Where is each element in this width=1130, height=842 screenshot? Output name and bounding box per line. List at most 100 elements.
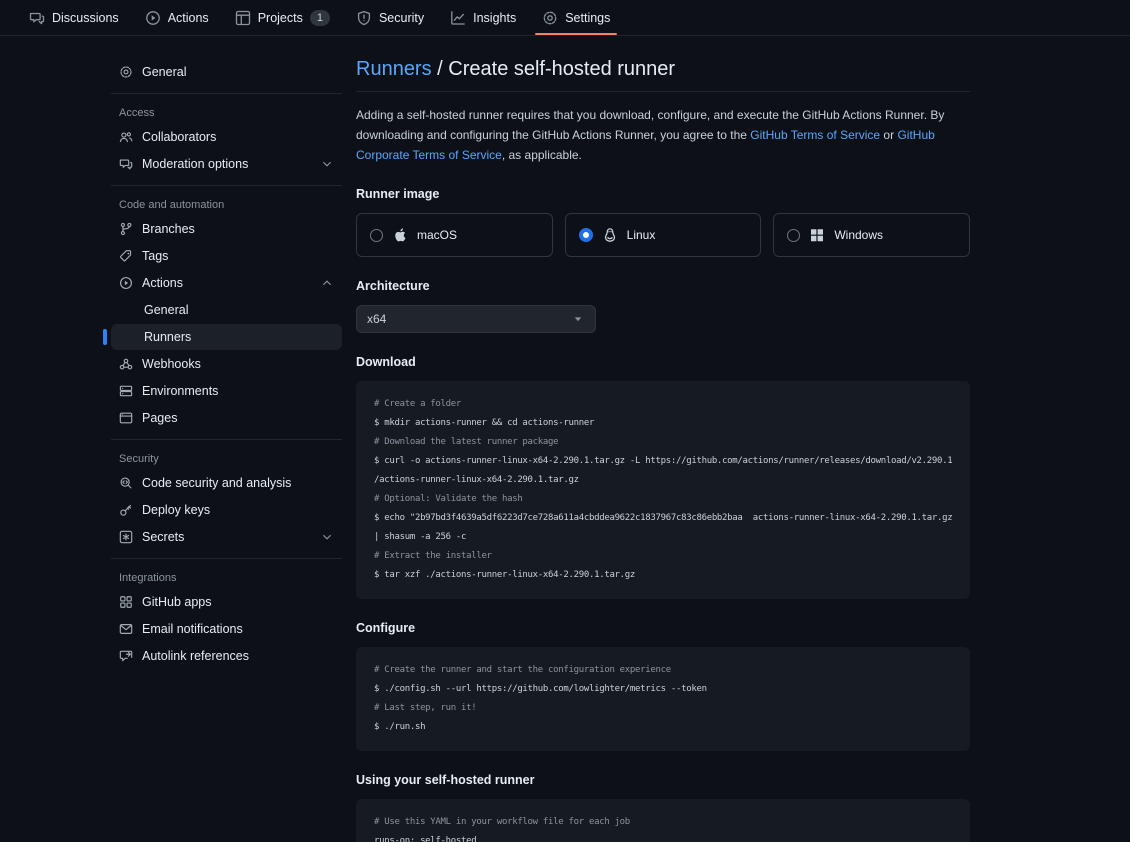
people-icon <box>119 130 133 144</box>
code-line: $ ./run.sh <box>374 718 952 737</box>
play-icon <box>119 276 133 290</box>
tab-label: Actions <box>168 11 209 25</box>
sidebar-item-label: GitHub apps <box>142 595 211 609</box>
sidebar-item-secrets[interactable]: Secrets <box>111 524 342 550</box>
runner-image-option-macos[interactable]: macOS <box>356 213 553 257</box>
sidebar-item-label: Collaborators <box>142 130 216 144</box>
tab-discussions[interactable]: Discussions <box>20 0 128 35</box>
play-icon <box>145 10 161 26</box>
sidebar-item-actions[interactable]: Actions <box>111 270 342 296</box>
sidebar-item-general[interactable]: General <box>111 59 342 85</box>
code-line: # Create the runner and start the config… <box>374 661 952 680</box>
sidebar-item-webhooks[interactable]: Webhooks <box>111 351 342 377</box>
sidebar-item-environments[interactable]: Environments <box>111 378 342 404</box>
architecture-label: Architecture <box>356 279 970 293</box>
tab-actions[interactable]: Actions <box>136 0 218 35</box>
configure-code-block: # Create the runner and start the config… <box>356 647 970 751</box>
text-segment: or <box>880 128 897 142</box>
linux-icon <box>602 227 618 243</box>
settings-sidebar: General Access Collaborators Moderation … <box>103 58 350 842</box>
code-line: | shasum -a 256 -c <box>374 528 952 547</box>
intro-paragraph: Adding a self-hosted runner requires tha… <box>356 106 956 165</box>
sidebar-section-code-automation: Code and automation <box>111 194 342 215</box>
sidebar-item-label: Runners <box>144 330 191 344</box>
sidebar-section-security: Security <box>111 448 342 469</box>
sidebar-item-moderation-options[interactable]: Moderation options <box>111 151 342 177</box>
code-line: runs-on: self-hosted <box>374 832 952 842</box>
sidebar-item-code-security[interactable]: Code security and analysis <box>111 470 342 496</box>
code-line: /actions-runner-linux-x64-2.290.1.tar.gz <box>374 471 952 490</box>
windows-icon <box>809 227 825 243</box>
sidebar-item-label: Branches <box>142 222 195 236</box>
option-label: Windows <box>834 228 883 242</box>
sidebar-item-tags[interactable]: Tags <box>111 243 342 269</box>
project-icon <box>235 10 251 26</box>
graph-icon <box>450 10 466 26</box>
tab-label: Insights <box>473 11 516 25</box>
sidebar-item-label: Code security and analysis <box>142 476 291 490</box>
browser-icon <box>119 411 133 425</box>
sidebar-item-github-apps[interactable]: GitHub apps <box>111 589 342 615</box>
main-content: Runners / Create self-hosted runner Addi… <box>356 58 970 842</box>
server-icon <box>119 384 133 398</box>
key-icon <box>119 503 133 517</box>
architecture-select[interactable]: x64 <box>356 305 596 333</box>
sidebar-item-deploy-keys[interactable]: Deploy keys <box>111 497 342 523</box>
tab-label: Security <box>379 11 424 25</box>
tab-insights[interactable]: Insights <box>441 0 525 35</box>
codescan-icon <box>119 476 133 490</box>
tab-settings[interactable]: Settings <box>533 0 619 35</box>
tab-security[interactable]: Security <box>347 0 433 35</box>
code-line: # Use this YAML in your workflow file fo… <box>374 813 952 832</box>
option-label: Linux <box>627 228 656 242</box>
apple-icon <box>392 227 408 243</box>
divider <box>111 439 342 440</box>
shield-icon <box>356 10 372 26</box>
sidebar-item-label: Email notifications <box>142 622 243 636</box>
comment-discussion-icon <box>29 10 45 26</box>
radio-linux[interactable] <box>579 228 593 242</box>
tab-label: Discussions <box>52 11 119 25</box>
sidebar-item-label: Pages <box>142 411 177 425</box>
git-branch-icon <box>119 222 133 236</box>
using-runner-label: Using your self-hosted runner <box>356 773 970 787</box>
sidebar-item-label: Moderation options <box>142 157 248 171</box>
code-line: $ mkdir actions-runner && cd actions-run… <box>374 414 952 433</box>
code-line: $ ./config.sh --url https://github.com/l… <box>374 680 952 699</box>
breadcrumb-runners-link[interactable]: Runners <box>356 58 432 80</box>
code-line: # Last step, run it! <box>374 699 952 718</box>
runner-image-option-linux[interactable]: Linux <box>565 213 762 257</box>
sidebar-item-email-notifications[interactable]: Email notifications <box>111 616 342 642</box>
sidebar-item-collaborators[interactable]: Collaborators <box>111 124 342 150</box>
code-line: # Download the latest runner package <box>374 433 952 452</box>
code-line: $ tar xzf ./actions-runner-linux-x64-2.2… <box>374 566 952 585</box>
option-label: macOS <box>417 228 457 242</box>
runner-image-option-windows[interactable]: Windows <box>773 213 970 257</box>
tab-projects[interactable]: Projects 1 <box>226 0 339 35</box>
gear-icon <box>119 65 133 79</box>
sidebar-item-branches[interactable]: Branches <box>111 216 342 242</box>
divider <box>111 558 342 559</box>
inline-link[interactable]: GitHub Terms of Service <box>750 128 880 142</box>
radio-macos[interactable] <box>370 229 383 242</box>
page-title: Runners / Create self-hosted runner <box>356 58 970 92</box>
divider <box>111 185 342 186</box>
sidebar-item-actions-general[interactable]: General <box>111 297 342 323</box>
sidebar-item-autolink-references[interactable]: Autolink references <box>111 643 342 669</box>
runner-image-options: macOS Linux Windows <box>356 213 970 257</box>
radio-windows[interactable] <box>787 229 800 242</box>
sidebar-item-pages[interactable]: Pages <box>111 405 342 431</box>
sidebar-item-label: Environments <box>142 384 218 398</box>
code-line: $ curl -o actions-runner-linux-x64-2.290… <box>374 452 952 471</box>
webhook-icon <box>119 357 133 371</box>
code-line: $ echo "2b97bd3f4639a5df6223d7ce728a611a… <box>374 509 952 528</box>
cross-reference-icon <box>119 649 133 663</box>
sidebar-item-label: Deploy keys <box>142 503 210 517</box>
download-label: Download <box>356 355 970 369</box>
sidebar-item-actions-runners[interactable]: Runners <box>111 324 342 350</box>
tab-label: Projects <box>258 11 303 25</box>
asterisk-box-icon <box>119 530 133 544</box>
sidebar-item-label: Webhooks <box>142 357 201 371</box>
sidebar-item-label: Secrets <box>142 530 184 544</box>
using-runner-code-block: # Use this YAML in your workflow file fo… <box>356 799 970 842</box>
